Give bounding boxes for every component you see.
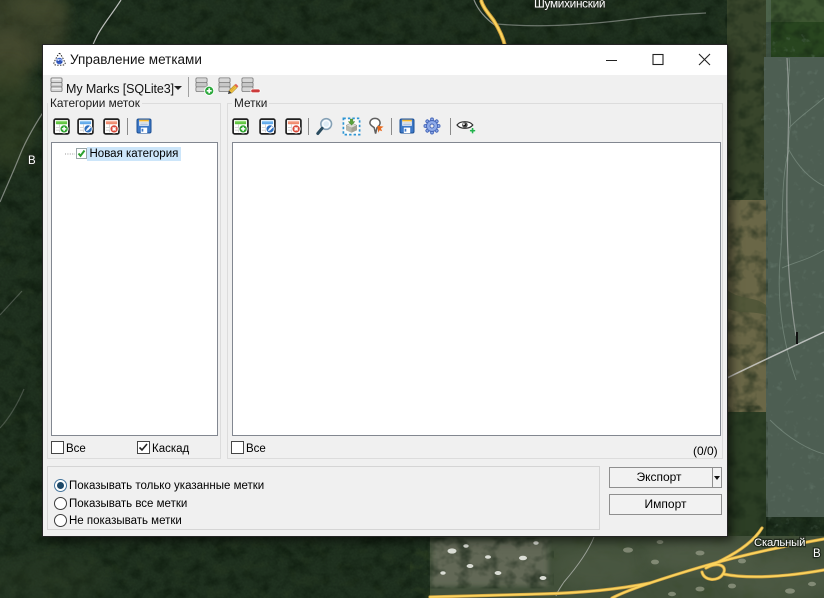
svg-text:В: В [28,155,36,167]
svg-text:Скальный: Скальный [754,537,805,549]
svg-text:В: В [813,548,821,560]
svg-text:Шумихинский: Шумихинский [534,0,605,11]
